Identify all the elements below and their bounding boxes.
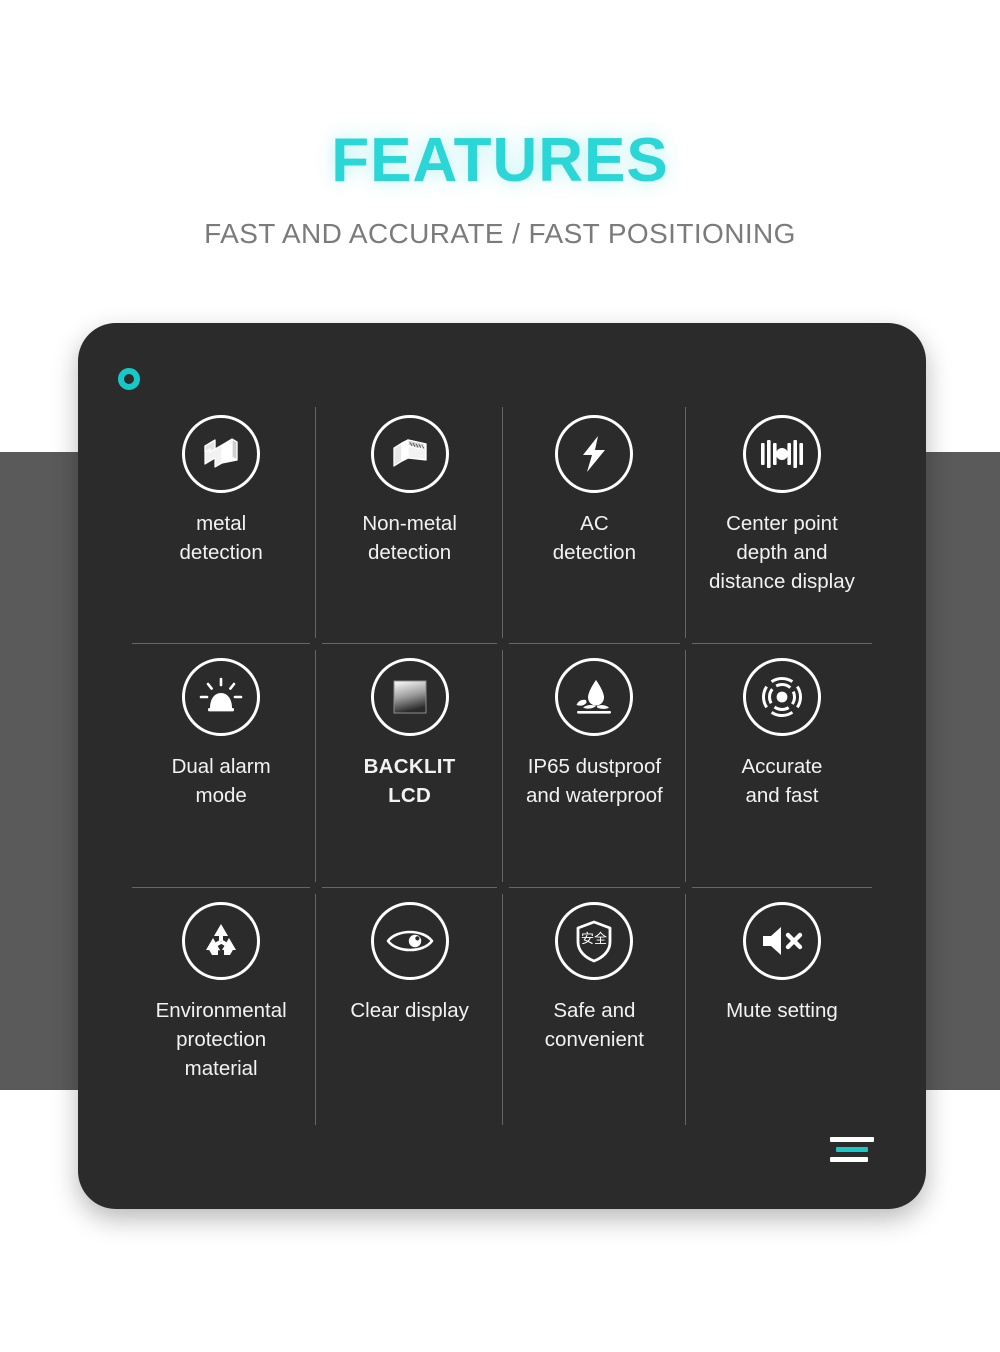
lightning-bolt-icon: [555, 415, 634, 493]
feature-label: Clear display: [350, 998, 469, 1022]
feature-label: Non-metal detection: [362, 512, 457, 565]
feature-item-backlit-lcd: BACKLIT LCD: [316, 644, 503, 888]
feature-label: Dual alarm mode: [171, 755, 271, 808]
non-metal-board-icon: [370, 415, 449, 493]
feature-label: Center point depth and distance display: [709, 512, 855, 594]
feature-label: BACKLIT LCD: [363, 755, 456, 808]
shield-glyph: 安全: [581, 931, 607, 947]
feature-item-mute-setting: Mute setting: [686, 888, 878, 1131]
feature-item-dual-alarm-mode: Dual alarm mode: [126, 644, 317, 888]
feature-label: Accurate and fast: [741, 755, 823, 808]
page-title: FEATURES: [331, 126, 669, 195]
feature-item-environmental-material: Environmental protection material: [126, 888, 317, 1131]
feature-item-metal-detection: metal detection: [126, 401, 317, 645]
center-point-bars-icon: [742, 415, 821, 493]
feature-label: Environmental protection material: [155, 998, 287, 1080]
feature-item-ip65-waterproof: IP65 dustproof and waterproof: [503, 644, 686, 888]
eye-icon: [370, 901, 449, 980]
feature-item-accurate-and-fast: Accurate and fast: [686, 644, 878, 888]
recycle-icon: [182, 901, 261, 980]
feature-label: metal detection: [179, 512, 263, 565]
mute-speaker-icon: [742, 901, 821, 980]
feature-grid: metal detection Non-metal detection AC d…: [126, 401, 878, 1131]
feature-item-non-metal-detection: Non-metal detection: [316, 401, 503, 645]
ring-icon: [118, 368, 140, 390]
alarm-siren-icon: [182, 658, 261, 737]
feature-label: Mute setting: [726, 998, 838, 1022]
safety-shield-icon: 安全: [555, 901, 634, 980]
feature-label: IP65 dustproof and waterproof: [526, 755, 663, 808]
target-radar-icon: [742, 658, 821, 737]
three-line-mark-icon: [830, 1137, 874, 1163]
page-subtitle: FAST AND ACCURATE / FAST POSITIONING: [204, 218, 796, 250]
metal-block-icon: [182, 415, 261, 493]
feature-item-clear-display: Clear display: [316, 888, 503, 1131]
feature-item-safe-and-convenient: 安全 Safe and convenient: [503, 888, 686, 1131]
feature-item-center-point-display: Center point depth and distance display: [686, 401, 878, 645]
feature-item-ac-detection: AC detection: [503, 401, 686, 645]
water-drop-icon: [555, 658, 634, 737]
page-header: FEATURES FAST AND ACCURATE / FAST POSITI…: [0, 0, 1000, 250]
feature-card: metal detection Non-metal detection AC d…: [78, 323, 926, 1209]
backlit-screen-icon: [370, 658, 449, 737]
feature-label: AC detection: [552, 512, 636, 565]
feature-label: Safe and convenient: [544, 998, 644, 1051]
